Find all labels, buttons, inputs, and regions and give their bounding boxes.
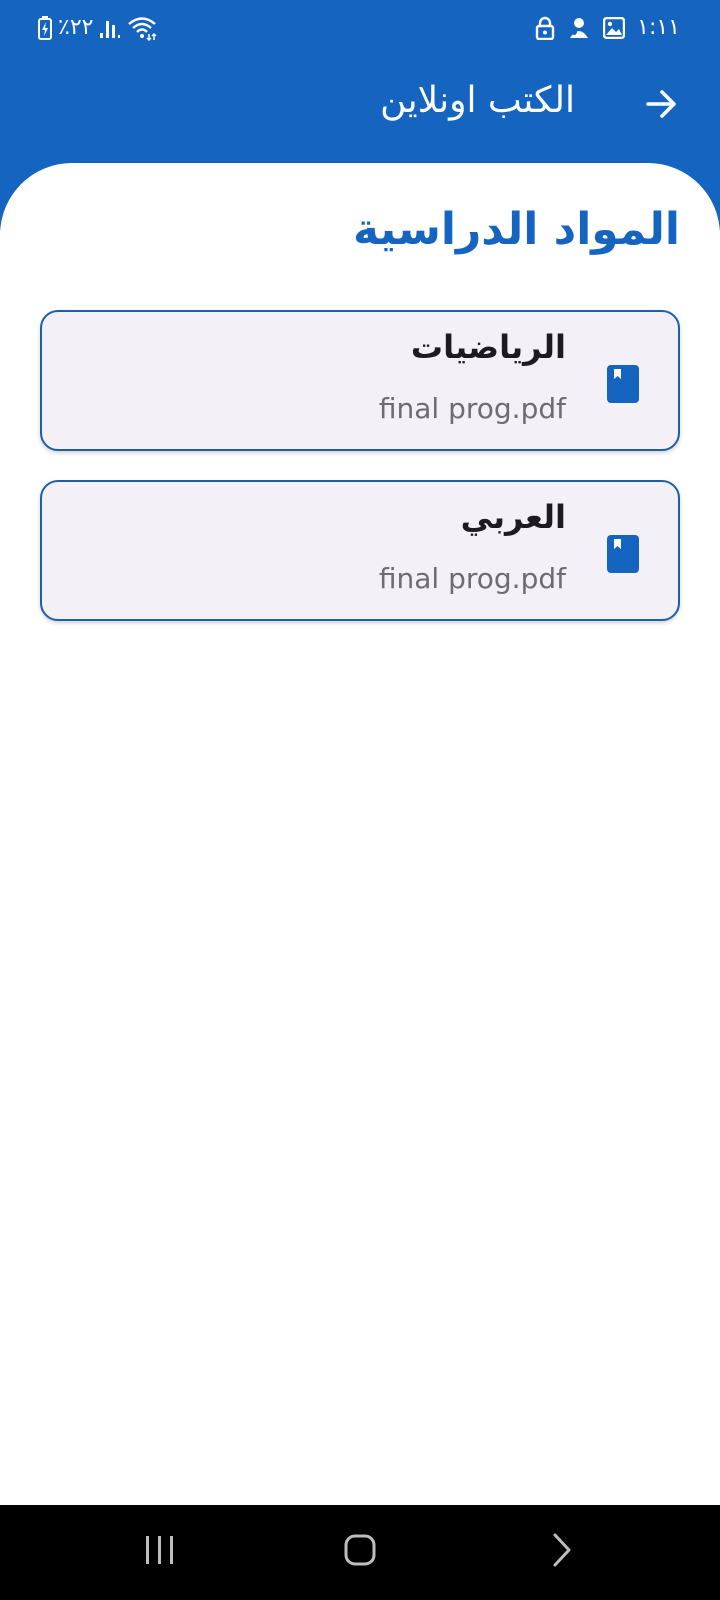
section-title: المواد الدراسية: [352, 204, 680, 255]
gallery-icon: [603, 17, 626, 39]
home-icon: [343, 1533, 377, 1571]
system-navigation-bar: [0, 1505, 720, 1600]
subject-title: الرياضيات: [410, 328, 566, 366]
subject-title: العربي: [460, 498, 566, 536]
back-button[interactable]: [634, 78, 690, 134]
lock-icon: [535, 16, 555, 40]
recent-apps-icon: [143, 1534, 177, 1570]
subject-file-name: final prog.pdf: [378, 392, 566, 425]
battery-charging-icon: [38, 16, 52, 40]
status-right-group: ١:١١: [535, 12, 680, 44]
app-title: الكتب اونلاين: [380, 80, 575, 121]
system-back-button[interactable]: [532, 1527, 592, 1577]
status-bar: ٪٢٢ ١:١١: [0, 0, 720, 56]
book-icon: [606, 364, 640, 404]
battery-level: ٪٢٢: [58, 15, 94, 40]
book-icon: [606, 534, 640, 574]
subject-card-arabic[interactable]: العربي final prog.pdf: [40, 480, 680, 621]
wifi-icon: [127, 15, 157, 41]
recent-apps-button[interactable]: [130, 1527, 190, 1577]
status-left-group: ٪٢٢: [38, 12, 157, 44]
subject-card-math[interactable]: الرياضيات final prog.pdf: [40, 310, 680, 451]
arrow-right-icon: [642, 84, 682, 128]
face-icon: [567, 16, 591, 40]
clock: ١:١١: [637, 15, 680, 40]
back-icon: [550, 1532, 574, 1572]
app-bar: الكتب اونلاين: [0, 56, 720, 160]
signal-icon: [99, 17, 121, 39]
home-button[interactable]: [330, 1527, 390, 1577]
subject-file-name: final prog.pdf: [378, 562, 566, 595]
